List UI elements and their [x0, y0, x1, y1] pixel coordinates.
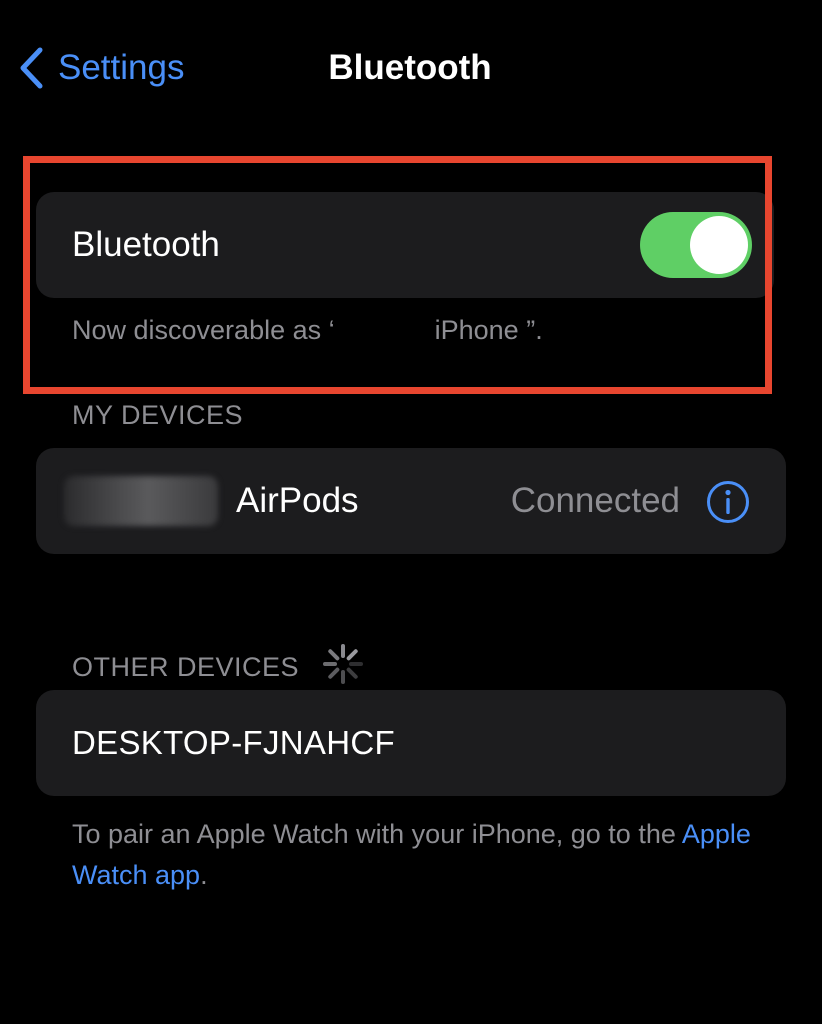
- bluetooth-label: Bluetooth: [72, 225, 220, 264]
- apple-watch-pair-note: To pair an Apple Watch with your iPhone,…: [72, 819, 751, 890]
- other-devices-header: OTHER DEVICES: [72, 642, 365, 693]
- redacted-device-image: [64, 476, 218, 526]
- device-name: AirPods: [236, 481, 359, 520]
- info-circle-icon: [706, 480, 750, 524]
- page-title: Bluetooth: [328, 48, 492, 87]
- my-devices-header: MY DEVICES: [72, 400, 244, 430]
- info-button[interactable]: [706, 480, 750, 524]
- device-name: DESKTOP-FJNAHCF: [72, 724, 395, 761]
- toggle-knob: [690, 216, 748, 274]
- spinner-tick: [328, 667, 340, 679]
- bluetooth-toggle[interactable]: [640, 212, 752, 278]
- spinner-tick: [346, 649, 358, 661]
- device-row-airpods[interactable]: AirPods Connected: [36, 448, 786, 554]
- discoverable-note: Now discoverable as ‘iPhone ”.: [72, 315, 543, 345]
- connection-status: Connected: [510, 481, 680, 520]
- activity-spinner-icon: [321, 642, 365, 693]
- device-row-desktop[interactable]: DESKTOP-FJNAHCF: [36, 690, 786, 796]
- bluetooth-toggle-row: Bluetooth: [36, 192, 774, 298]
- spinner-tick: [328, 649, 340, 661]
- spinner-tick: [346, 667, 358, 679]
- other-devices-label: OTHER DEVICES: [72, 652, 300, 682]
